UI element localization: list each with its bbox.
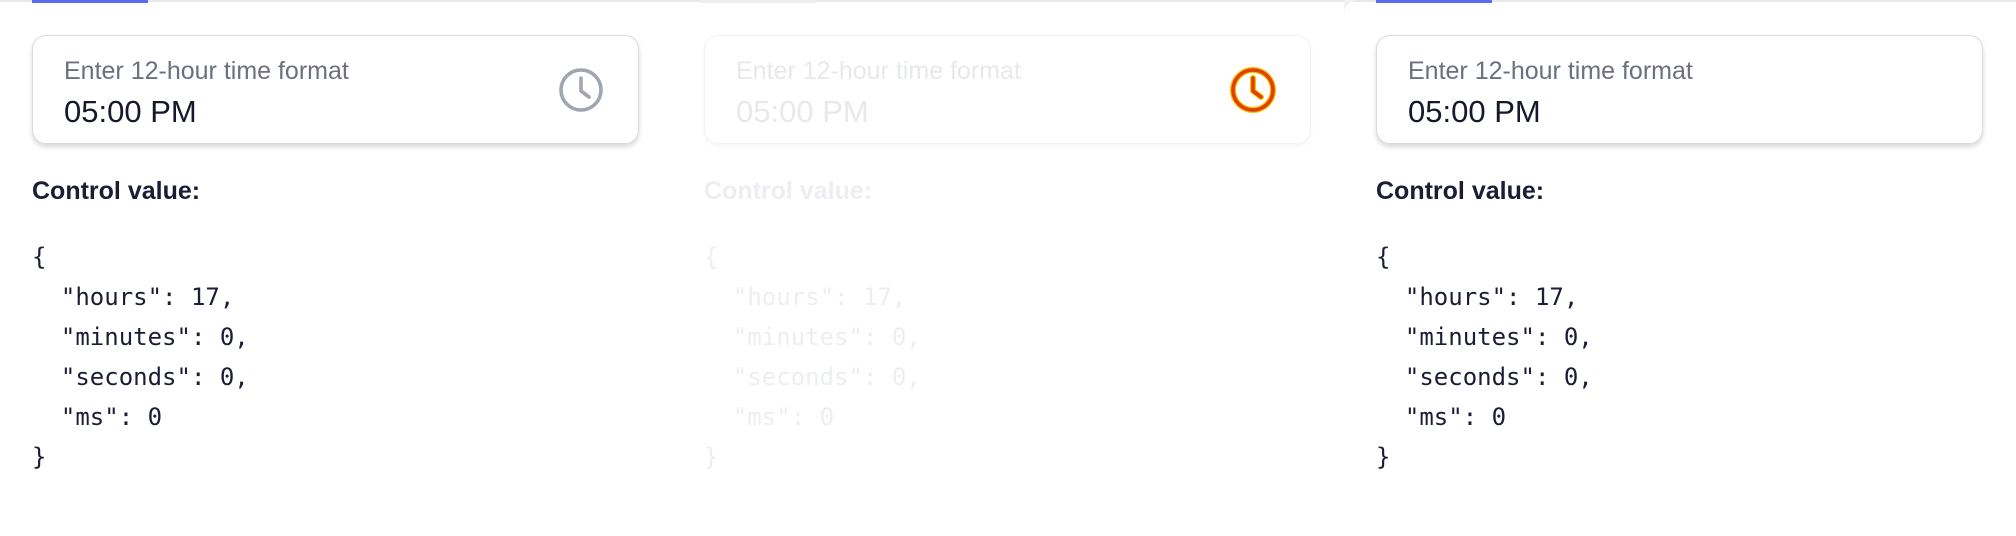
json-line: "hours": 17, [1376,283,1579,311]
control-value-label: Control value: [1376,177,1545,205]
json-line: "minutes": 0, [704,323,921,351]
example-panel-disabled: Enter 12-hour time format Control value:… [672,0,1344,536]
active-tab-indicator [1376,0,1492,3]
time-input-disabled [736,94,1116,130]
time-input[interactable] [64,94,444,130]
time-field-label: Enter 12-hour time format [64,57,349,85]
json-line: "hours": 17, [32,283,235,311]
json-line: { [704,243,719,271]
control-value-json: { "hours": 17, "minutes": 0, "seconds": … [1376,237,1593,477]
active-tab-indicator [32,0,148,3]
json-line: "minutes": 0, [32,323,249,351]
time-field[interactable]: Enter 12-hour time format [32,35,639,144]
control-value-label: Control value: [32,177,201,205]
json-line: } [1376,443,1391,471]
clock-icon[interactable] [1230,67,1276,113]
control-value-json: { "hours": 17, "minutes": 0, "seconds": … [704,237,921,477]
json-line: "seconds": 0, [32,363,249,391]
json-line: } [32,443,47,471]
time-field[interactable]: Enter 12-hour time format [1376,35,1983,144]
time-field-label: Enter 12-hour time format [1408,57,1693,85]
tab-indicator-disabled [700,0,816,3]
json-line: } [704,443,719,471]
example-panel-default: Enter 12-hour time format Control value:… [0,0,672,536]
example-panel-no-icon: Enter 12-hour time format Control value:… [1344,0,2016,536]
json-line: "seconds": 0, [704,363,921,391]
json-line: "ms": 0 [704,403,835,431]
json-line: { [32,243,47,271]
json-line: "ms": 0 [32,403,163,431]
json-line: "hours": 17, [704,283,907,311]
json-line: "minutes": 0, [1376,323,1593,351]
control-value-json: { "hours": 17, "minutes": 0, "seconds": … [32,237,249,477]
clock-icon[interactable] [558,67,604,113]
time-input[interactable] [1408,94,1788,130]
json-line: "ms": 0 [1376,403,1507,431]
json-line: { [1376,243,1391,271]
time-field-label: Enter 12-hour time format [736,57,1021,85]
control-value-label: Control value: [704,177,873,205]
time-field-disabled: Enter 12-hour time format [704,35,1311,144]
json-line: "seconds": 0, [1376,363,1593,391]
